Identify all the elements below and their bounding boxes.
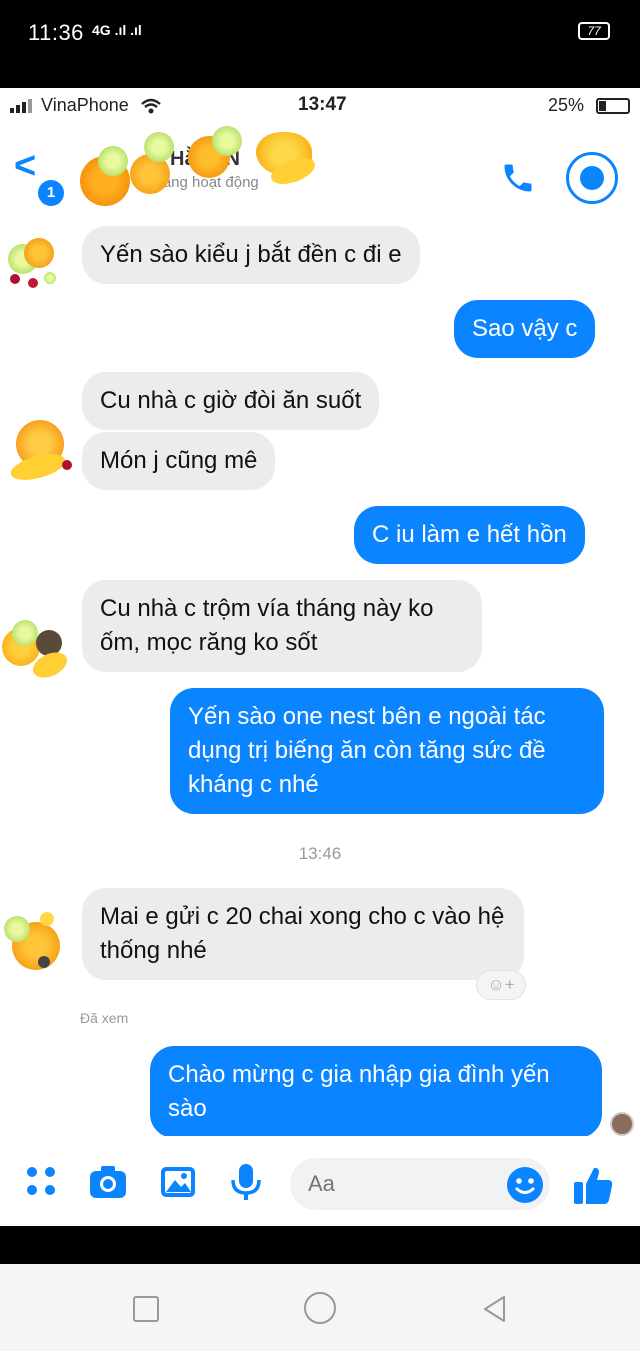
seen-avatar [610, 1112, 634, 1136]
composer-bar [0, 1136, 640, 1226]
message-received[interactable]: Cu nhà c giờ đòi ăn suốt [82, 372, 380, 430]
battery-icon [596, 98, 630, 114]
emoji-icon[interactable] [506, 1166, 544, 1204]
message-received[interactable]: Cu nhà c trộm vía tháng này ko ốm, mọc r… [82, 580, 482, 672]
inner-status-bar: VinaPhone 13:47 25% [0, 88, 640, 122]
avatar[interactable] [2, 618, 72, 683]
unread-badge: 1 [38, 180, 64, 206]
device-status-bar: 11:36 4G .ıl .ıl 77 [0, 0, 640, 88]
message-received[interactable]: Mai e gửi c 20 chai xong cho c vào hệ th… [82, 888, 524, 980]
message-sent[interactable]: Yến sào one nest bên e ngoài tác dụng tr… [170, 688, 604, 814]
message-received[interactable]: Yến sào kiểu j bắt đền c đi e [82, 226, 420, 284]
home-button[interactable] [304, 1292, 336, 1324]
android-nav-bar [0, 1264, 640, 1351]
grid-icon[interactable] [22, 1162, 62, 1202]
device-clock: 11:36 [28, 20, 84, 45]
message-sent[interactable]: Chào mừng c gia nhập gia đình yến sào [150, 1046, 602, 1138]
chat-header: < 1 Hằng N Đang hoạt động [0, 122, 640, 218]
battery-percent: 25% [547, 95, 584, 115]
carrier-label: VinaPhone [10, 95, 162, 116]
inner-clock: 13:47 [298, 94, 347, 115]
fruit-sticker-overlay [80, 126, 320, 210]
avatar[interactable] [8, 418, 74, 488]
message-sent[interactable]: Sao vậy c [454, 300, 596, 358]
screen-gap [0, 1226, 640, 1264]
avatar[interactable] [4, 912, 70, 974]
wifi-icon [140, 99, 161, 114]
messenger-screenshot: VinaPhone 13:47 25% < 1 Hằng N Đang hoạt… [0, 88, 640, 1226]
device-signal: 4G .ıl .ıl [92, 22, 142, 38]
camera-icon[interactable] [88, 1162, 128, 1202]
add-reaction-button[interactable]: ☺+ [476, 970, 526, 1000]
avatar[interactable] [4, 230, 66, 292]
thumbs-up-icon[interactable] [572, 1164, 614, 1206]
signal-icon [10, 99, 32, 114]
microphone-icon[interactable] [226, 1162, 266, 1202]
message-received[interactable]: Món j cũng mê [82, 432, 276, 490]
device-battery: 77 [578, 22, 610, 40]
seen-label: Đã xem [80, 1010, 129, 1026]
timestamp: 13:46 [298, 844, 342, 863]
phone-icon[interactable] [500, 160, 536, 196]
recents-button[interactable] [133, 1296, 159, 1322]
back-chevron-icon[interactable]: < [14, 146, 36, 186]
image-icon[interactable] [158, 1162, 198, 1202]
video-icon[interactable] [566, 152, 618, 204]
message-sent[interactable]: C iu làm e hết hồn [354, 506, 585, 564]
nav-back-icon[interactable] [480, 1294, 508, 1324]
